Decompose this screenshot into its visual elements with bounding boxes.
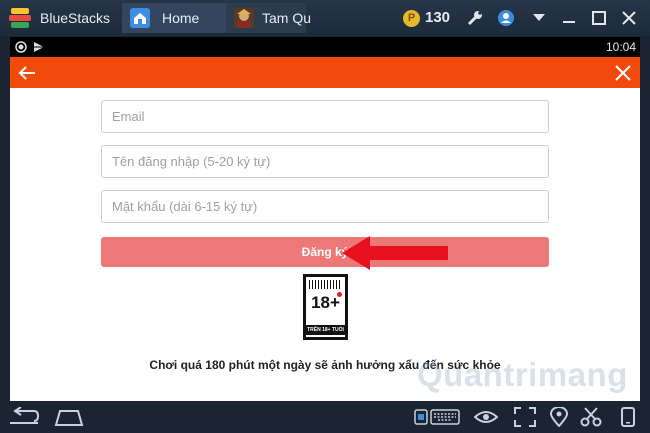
app-name: BlueStacks [40, 10, 111, 26]
status-time: 10:04 [605, 40, 636, 54]
coin-count: 130 [425, 9, 451, 26]
age-rating-badge: 18+ TRÊN 18+ TUỔI [303, 274, 348, 340]
user-icon[interactable] [497, 9, 515, 27]
wrench-icon[interactable] [466, 9, 484, 27]
fullscreen-icon[interactable] [513, 407, 537, 427]
back-nav-icon[interactable] [8, 407, 40, 427]
tab-game[interactable]: Tam Qu [226, 3, 311, 33]
minimize-icon[interactable] [560, 9, 578, 27]
tab-game-label: Tam Qu [262, 10, 312, 26]
keyboard-icon[interactable] [414, 407, 460, 427]
home-nav-icon[interactable] [54, 407, 84, 427]
back-arrow-icon[interactable] [16, 62, 38, 84]
bottom-nav-bar [0, 401, 650, 433]
bluestacks-logo-icon [9, 8, 31, 28]
window-titlebar: BlueStacks Home Tam Qu P 130 [0, 0, 650, 36]
tab-home[interactable]: Home [122, 3, 226, 33]
android-status-bar: 10:04 [10, 37, 640, 57]
coin-icon: P [403, 10, 420, 27]
red-pointer-arrow-icon [342, 236, 448, 270]
age-rating-subtext: TRÊN 18+ TUỔI [306, 325, 345, 335]
window-close-icon[interactable] [620, 9, 638, 27]
scissors-icon[interactable] [580, 407, 602, 427]
tab-home-label: Home [162, 10, 200, 26]
password-input[interactable] [101, 190, 549, 223]
eye-icon[interactable] [474, 407, 498, 427]
close-icon[interactable] [612, 62, 634, 84]
play-store-icon [34, 42, 44, 52]
record-icon [15, 41, 27, 53]
register-form: Đăng ký 18+ TRÊN 18+ TUỔI Chơi quá 180 p… [10, 88, 640, 401]
email-input[interactable] [101, 100, 549, 133]
maximize-icon[interactable] [590, 9, 608, 27]
watermark: Quantrimang [417, 356, 628, 393]
badge-stripes [309, 280, 342, 289]
menu-dropdown-icon[interactable] [530, 9, 548, 27]
home-icon [130, 8, 150, 28]
phone-rotate-icon[interactable] [620, 407, 636, 427]
username-input[interactable] [101, 145, 549, 178]
location-pin-icon[interactable] [550, 407, 568, 427]
app-header-bar [10, 57, 640, 88]
register-button[interactable]: Đăng ký [101, 237, 549, 267]
game-avatar-icon [234, 8, 254, 28]
badge-dot [337, 292, 342, 297]
